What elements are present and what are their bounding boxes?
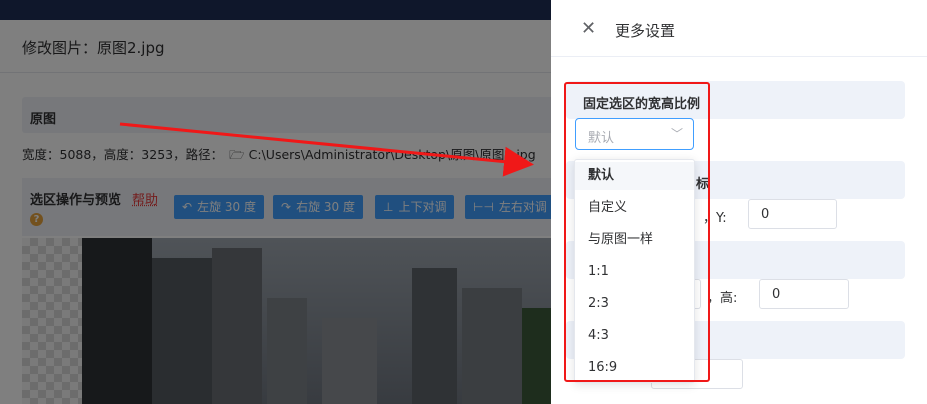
annotation-arrow (119, 122, 534, 177)
